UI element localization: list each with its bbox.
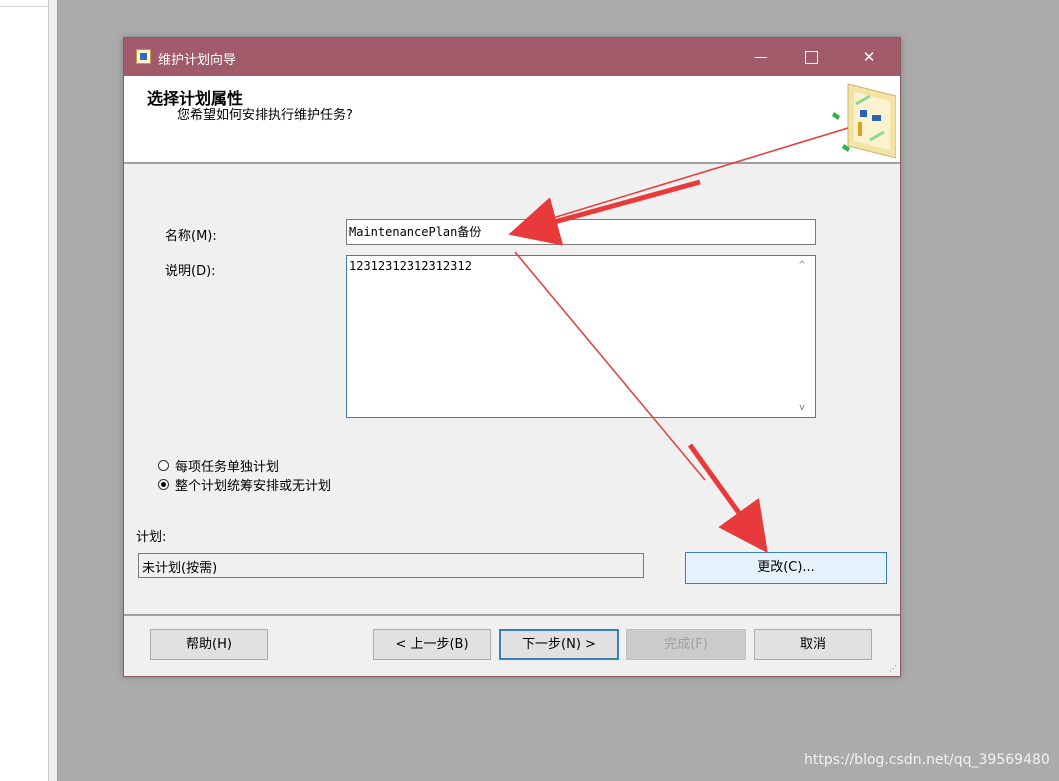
schedule-display: 未计划(按需) [138,553,644,578]
name-label: 名称(M): [165,229,217,244]
background-splitter [49,0,58,781]
wizard-banner-icon [832,83,896,159]
radio-separate-schedules[interactable]: 每项任务单独计划 [158,456,279,475]
cancel-button[interactable]: 取消 [754,629,872,660]
minimize-button[interactable] [738,38,784,76]
change-schedule-button[interactable]: 更改(C)... [685,552,887,584]
finish-button[interactable]: 完成(F) [626,629,746,660]
watermark-text: https://blog.csdn.net/qq_39569480 [804,752,1050,768]
back-button[interactable]: < 上一步(B) [373,629,491,660]
maximize-icon [804,51,818,64]
description-scrollbar[interactable]: ^ v [793,256,815,417]
description-text: 12312312312312312 [349,259,472,273]
resize-grip-icon[interactable]: ⋰ [889,664,897,673]
maintenance-plan-wizard-dialog: 维护计划向导 ✕ 选择计划属性 您希望如何安排执行维护任务? 名称(M): Ma… [123,37,901,677]
radio-label: 每项任务单独计划 [175,460,280,475]
close-button[interactable]: ✕ [846,38,892,76]
radio-button-checked-icon[interactable] [158,479,169,490]
footer-divider [124,614,900,616]
radio-single-schedule[interactable]: 整个计划统筹安排或无计划 [158,475,331,494]
wizard-header: 选择计划属性 您希望如何安排执行维护任务? [124,76,900,164]
page-subtitle: 您希望如何安排执行维护任务? [177,108,353,123]
plan-name-input[interactable]: MaintenancePlan备份 [346,219,816,245]
title-bar[interactable]: 维护计划向导 ✕ [124,38,900,76]
close-icon: ✕ [862,48,876,66]
wizard-app-icon [136,49,151,64]
window-title: 维护计划向导 [158,53,237,68]
radio-button-icon[interactable] [158,460,169,471]
description-label: 说明(D): [165,264,216,279]
scroll-up-icon[interactable]: ^ [799,260,805,271]
schedule-label: 计划: [136,530,167,545]
radio-label: 整个计划统筹安排或无计划 [175,479,332,494]
next-button[interactable]: 下一步(N) > [499,629,619,660]
description-textarea[interactable]: 12312312312312312 ^ v [346,255,816,418]
maximize-button[interactable] [788,38,834,76]
background-panel [0,0,49,781]
minimize-icon [755,57,767,58]
scroll-down-icon[interactable]: v [799,402,805,413]
help-button[interactable]: 帮助(H) [150,629,268,660]
